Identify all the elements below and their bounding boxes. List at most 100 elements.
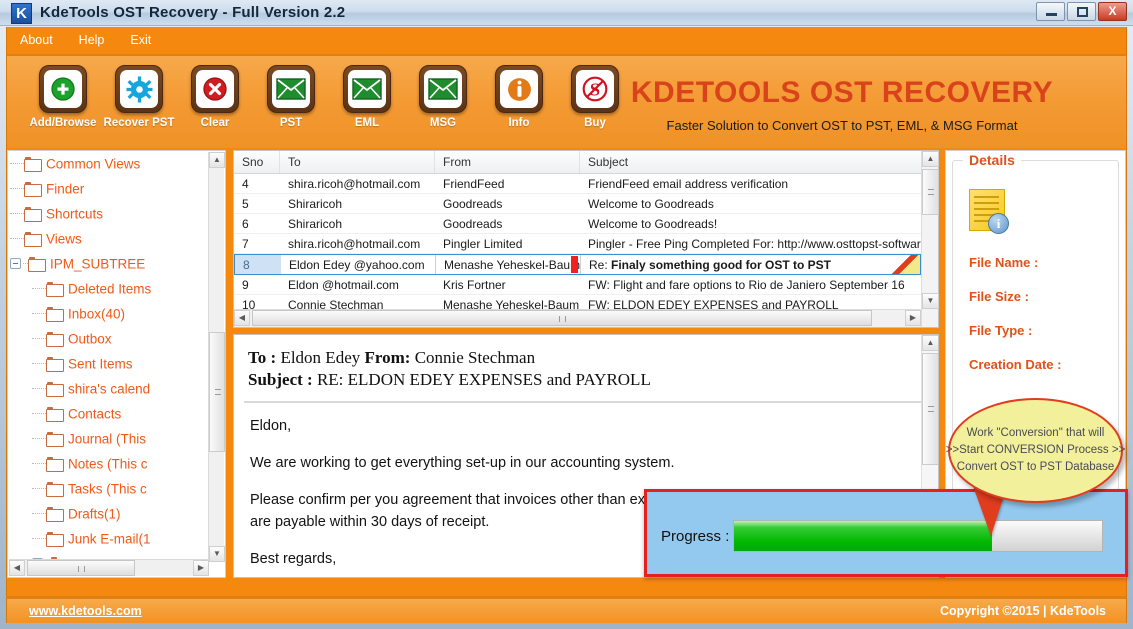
tree-item-inbox-40[interactable]: Inbox(40) (8, 301, 218, 326)
tree-item-shortcuts[interactable]: Shortcuts (8, 201, 218, 226)
tree-expander-icon[interactable] (10, 258, 21, 269)
conversion-callout: Work "Conversion" that will >>Start CONV… (946, 398, 1125, 503)
toolbar-button-frame (343, 65, 391, 113)
chevron-up-icon: ▲ (926, 154, 935, 163)
preview-scroll-up-button[interactable]: ▲ (922, 335, 938, 351)
menu-item-help[interactable]: Help (66, 27, 118, 54)
website-link[interactable]: www.kdetools.com (29, 604, 142, 618)
tree-item-outbox[interactable]: Outbox (8, 326, 218, 351)
folder-icon (46, 357, 64, 372)
toolbar-button-recover-pst[interactable]: Recover PST (101, 65, 177, 129)
toolbar-button-frame (191, 65, 239, 113)
tree-connector (32, 438, 46, 439)
mail-list-row[interactable]: 8 Eldon Edey @yahoo.com Menashe Yeheskel-B… (234, 254, 921, 275)
folder-icon (46, 332, 64, 347)
tree-connector (32, 413, 46, 414)
preview-scroll-thumb[interactable] (922, 353, 938, 465)
tree-scroll-up-button[interactable]: ▲ (209, 152, 225, 168)
tree-horizontal-scrollbar[interactable]: ◀ ▶ (9, 559, 209, 576)
tree-item-drafts-1[interactable]: Drafts(1) (8, 501, 218, 526)
cell-subject: FW: Flight and fare options to Rio de Ja… (588, 278, 905, 292)
tree-item-local-failu[interactable]: Local Failu (8, 576, 218, 577)
mail-list-row[interactable]: 7 shira.ricoh@hotmail.com Pingler Limited P… (234, 234, 921, 254)
cell-from: Goodreads (443, 197, 503, 211)
tree-hscroll-thumb[interactable] (27, 560, 135, 576)
doc-line (974, 208, 999, 210)
email-preview-header: To : Eldon Edey From: Connie Stechman Su… (234, 335, 938, 397)
grip-icon (215, 389, 221, 395)
tree-item-finder[interactable]: Finder (8, 176, 218, 201)
toolbar-label: Recover PST (103, 117, 175, 129)
tree-item-views[interactable]: Views (8, 226, 218, 251)
mail-list-row[interactable]: 10 Connie Stechman Menashe Yeheskel-Baum FW… (234, 295, 921, 309)
toolbar-button-add-browse[interactable]: Add/Browse (25, 65, 101, 129)
mail-hscroll-thumb[interactable] (252, 310, 872, 326)
mail-list-header: Sno To From Subject (234, 151, 938, 174)
mail-list-vertical-scrollbar[interactable]: ▲ ▼ (921, 151, 939, 327)
grip-icon (928, 189, 934, 195)
tree-scroll-thumb[interactable] (209, 332, 225, 452)
mail-list-horizontal-scrollbar[interactable]: ◀ ▶ (234, 309, 921, 327)
tree-item-tasks-this-c[interactable]: Tasks (This c (8, 476, 218, 501)
tree-item-notes-this-c[interactable]: Notes (This c (8, 451, 218, 476)
mail-scroll-up-button[interactable]: ▲ (922, 151, 939, 167)
tree-connector (32, 463, 46, 464)
column-header-from[interactable]: From (435, 151, 580, 173)
toolbar-button-msg[interactable]: MSG (405, 65, 481, 129)
tree-scroll-right-button[interactable]: ▶ (193, 560, 209, 576)
tree-item-common-views[interactable]: Common Views (8, 151, 218, 176)
app-logo-icon: K (11, 3, 32, 24)
close-circle-icon (196, 70, 234, 108)
menu-item-about[interactable]: About (7, 27, 66, 54)
tree-scroll-left-button[interactable]: ◀ (9, 560, 25, 576)
tree-scroll-down-button[interactable]: ▼ (209, 546, 225, 562)
mail-list-row[interactable]: 6 Shiraricoh Goodreads Welcome to Goodreads… (234, 214, 921, 234)
grip-icon (928, 406, 934, 412)
footer-bar: www.kdetools.com Copyright ©2015 | KdeTo… (6, 596, 1127, 623)
maximize-button[interactable] (1067, 2, 1096, 21)
tree-item-junk-e-mail-1[interactable]: Junk E-mail(1 (8, 526, 218, 551)
folder-tree-panel[interactable]: Common Views Finder Shortcuts Views IPM_SUBT… (7, 150, 226, 578)
tree-connector (32, 338, 46, 339)
toolbar-label: Add/Browse (29, 117, 97, 129)
column-header-sno[interactable]: Sno (234, 151, 280, 173)
toolbar-button-clear[interactable]: Clear (177, 65, 253, 129)
mail-list-panel[interactable]: Sno To From Subject 4 shira.ricoh@hotmail… (233, 150, 939, 328)
cell-subject: Pingler - Free Ping Completed For: http:… (588, 237, 921, 251)
folder-tree-list: Common Views Finder Shortcuts Views IPM_SUBT… (8, 151, 218, 577)
tree-item-journal-this[interactable]: Journal (This (8, 426, 218, 451)
tree-item-sent-items[interactable]: Sent Items (8, 351, 218, 376)
toolbar-button-eml[interactable]: EML (329, 65, 405, 129)
tree-item-shira-s-calend[interactable]: shira's calend (8, 376, 218, 401)
mail-scroll-down-button[interactable]: ▼ (922, 293, 939, 309)
column-header-subject[interactable]: Subject (580, 151, 938, 173)
mail-list-row[interactable]: 4 shira.ricoh@hotmail.com FriendFeed Friend… (234, 174, 921, 194)
toolbar-button-info[interactable]: Info (481, 65, 557, 129)
tree-item-label: Shortcuts (46, 206, 104, 222)
close-button[interactable]: X (1098, 2, 1127, 21)
toolbar-button-pst[interactable]: PST (253, 65, 329, 129)
mail-list-row[interactable]: 5 Shiraricoh Goodreads Welcome to Goodreads (234, 194, 921, 214)
tree-item-contacts[interactable]: Contacts (8, 401, 218, 426)
folder-icon (46, 407, 64, 422)
toolbar-label: PST (279, 117, 303, 129)
callout-line: Convert OST to PST Database (956, 461, 1115, 473)
tree-vertical-scrollbar[interactable]: ▲ ▼ (208, 152, 225, 562)
minimize-button[interactable] (1036, 2, 1065, 21)
tree-item-deleted-items[interactable]: Deleted Items (8, 276, 218, 301)
window-title: KdeTools OST Recovery - Full Version 2.2 (40, 4, 346, 21)
mail-scroll-thumb[interactable] (922, 169, 939, 215)
tree-connector (32, 388, 46, 389)
mail-hscroll-left-button[interactable]: ◀ (234, 310, 250, 326)
menu-item-exit[interactable]: Exit (117, 27, 164, 54)
mail-hscroll-right-button[interactable]: ▶ (905, 310, 921, 326)
chevron-down-icon: ▼ (926, 296, 935, 305)
toolbar-button-frame (267, 65, 315, 113)
tree-item-ipm-subtree[interactable]: IPM_SUBTREE (8, 251, 218, 276)
mail-list-row[interactable]: 9 Eldon @hotmail.com Kris Fortner FW: Fligh… (234, 275, 921, 295)
document-info-icon: i (969, 189, 1011, 235)
tree-item-label: Outbox (68, 331, 112, 347)
folder-icon (46, 507, 64, 522)
minimize-icon (1046, 13, 1057, 16)
column-header-to[interactable]: To (280, 151, 435, 173)
